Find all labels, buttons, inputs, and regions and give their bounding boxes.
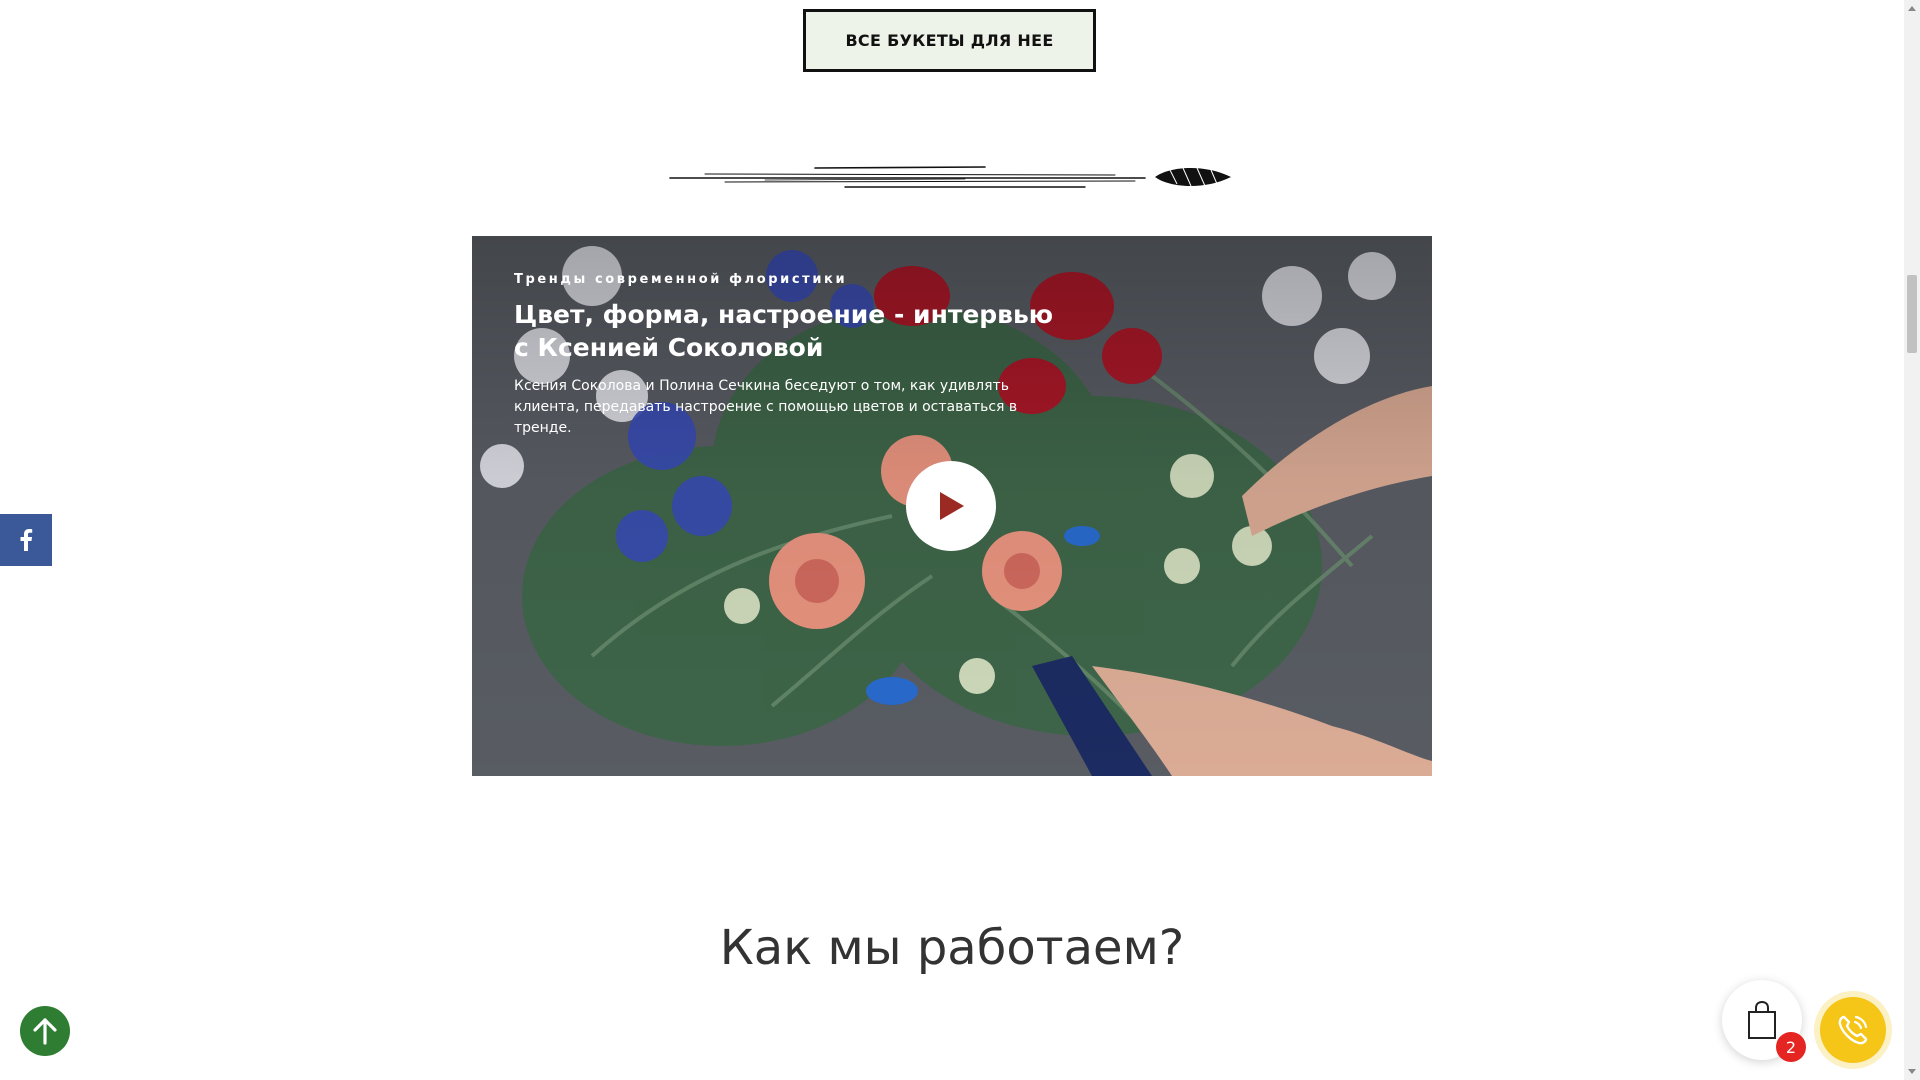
callback-button[interactable] <box>1820 997 1886 1063</box>
play-icon <box>940 492 964 520</box>
cart-button[interactable]: 2 <box>1722 980 1806 1062</box>
play-button[interactable] <box>906 461 996 551</box>
shopping-bag-icon <box>1748 1000 1776 1039</box>
video-card[interactable]: Тренды современной флористики Цвет, форм… <box>472 236 1432 776</box>
facebook-share-button[interactable] <box>0 514 52 566</box>
facebook-icon <box>20 529 33 551</box>
scrollbar-thumb[interactable] <box>1907 275 1917 353</box>
phone-icon <box>1838 1015 1868 1045</box>
scroll-down-arrow-icon[interactable] <box>1908 1069 1916 1074</box>
arrow-up-icon <box>33 1018 57 1045</box>
scroll-up-arrow-icon[interactable] <box>1908 6 1916 11</box>
video-description: Ксения Соколова и Полина Сечкина беседую… <box>514 378 1018 436</box>
video-title: Цвет, форма, настроение - интервью с Ксе… <box>514 300 1054 362</box>
page-scrollbar[interactable] <box>1904 0 1920 1080</box>
how-we-work-heading: Как мы работаем? <box>719 920 1185 976</box>
decorative-divider <box>669 166 1231 188</box>
scroll-to-top-button[interactable] <box>20 1006 70 1056</box>
page: ВСЕ БУКЕТЫ ДЛЯ НЕЕ Тренды современной фл… <box>0 0 1920 1080</box>
cart-count-badge: 2 <box>1776 1032 1806 1062</box>
video-kicker: Тренды современной флористики <box>514 272 848 287</box>
all-bouquets-button[interactable]: ВСЕ БУКЕТЫ ДЛЯ НЕЕ <box>803 9 1096 72</box>
